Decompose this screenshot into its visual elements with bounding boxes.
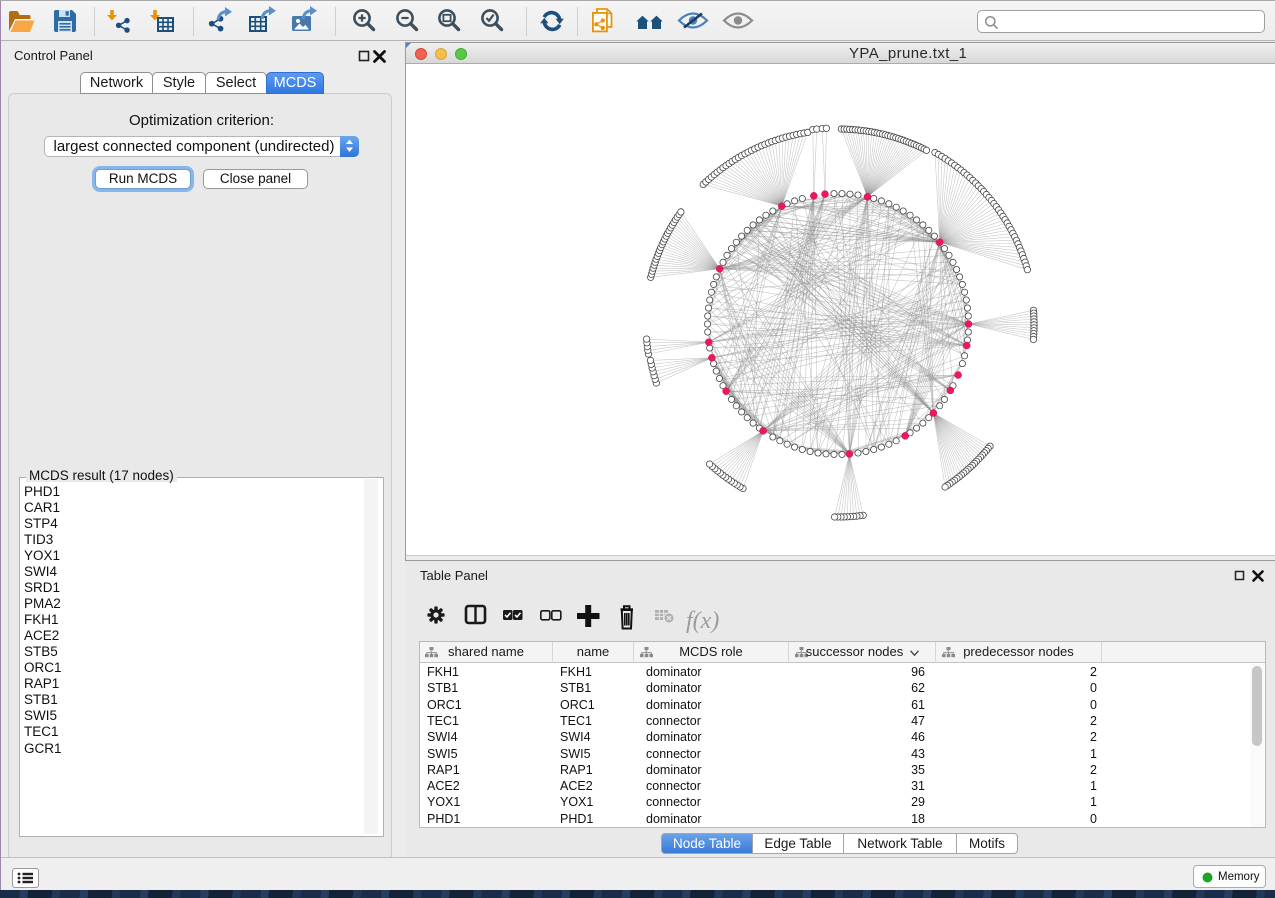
svg-text:f(x): f(x) bbox=[686, 608, 719, 634]
